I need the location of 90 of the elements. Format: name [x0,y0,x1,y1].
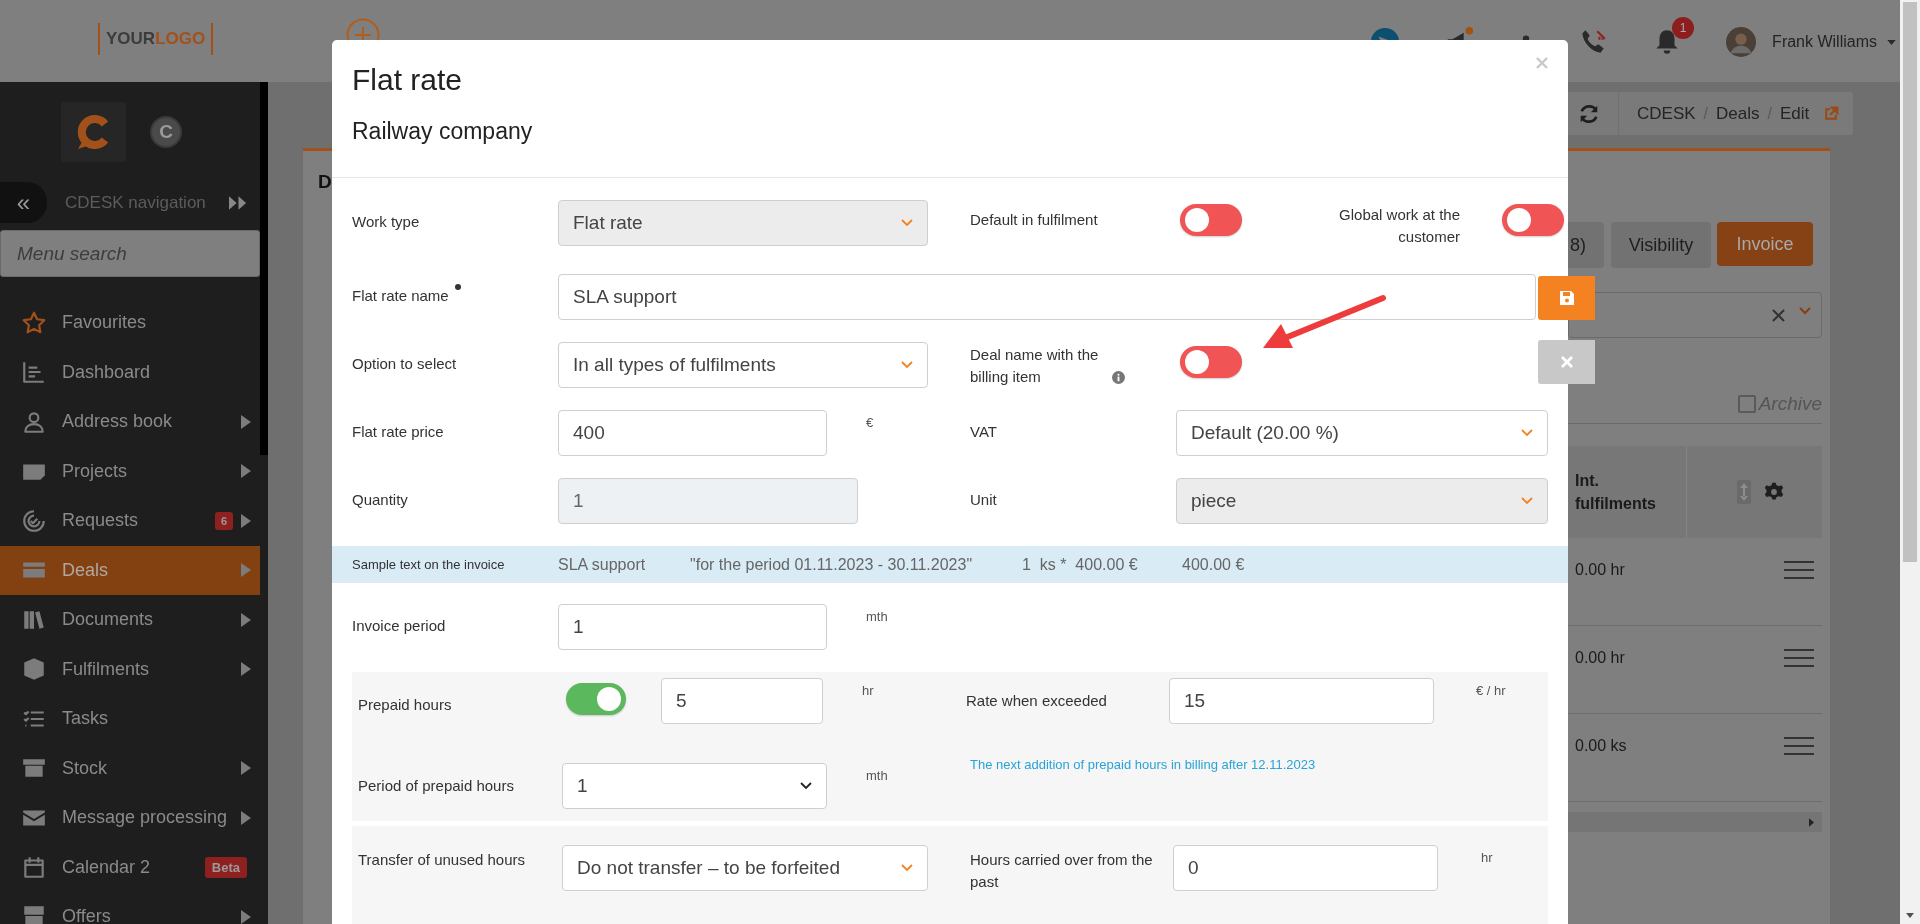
table-cell: 0.00 hr [1575,648,1625,667]
field-label: VAT [970,422,998,442]
input-field[interactable]: 1 [558,604,827,650]
sidebar-item[interactable]: Projects [0,446,260,496]
logo-word: LOGO [155,29,206,49]
menu-label: Projects [62,460,128,482]
sidebar-item[interactable]: Dashboard [0,347,260,397]
column-header[interactable]: Int. fulfilments [1575,468,1675,516]
tab[interactable]: 8) [1568,222,1604,268]
user-initial[interactable]: C [150,116,182,148]
input-field[interactable]: 400 [558,410,827,456]
breadcrumb-link[interactable]: CDESK [1637,103,1696,124]
search-field[interactable]: Menu search [0,230,260,277]
menu-label: Calendar 2 [62,856,151,878]
menu-label: Stock [62,757,108,779]
dropdown[interactable]: Default (20.00 %) [1176,410,1548,456]
table-cell: 0.00 ks [1575,736,1627,755]
unit-label: € / hr [1476,682,1507,698]
menu-label: Documents [62,609,154,631]
unit-label: € [866,414,875,430]
sample-text: SLA support [558,555,647,574]
field-label: Hours carried over from the past [970,850,1154,892]
page-heading: D [318,171,332,192]
field-label: Flat rate name [352,286,449,306]
logo-word: YOUR [106,29,156,49]
menu-label: Favourites [62,312,147,334]
menu-label: Message processing [62,807,228,829]
unit-label: mth [866,608,889,624]
dropdown[interactable]: In all types of fulfilments [558,342,928,388]
tab[interactable]: Visibility [1611,222,1711,268]
unit-label: mth [866,767,889,783]
input-field[interactable]: 15 [1169,678,1434,724]
sidebar-item[interactable]: Address book [0,397,260,447]
sidebar-item[interactable]: Offers [0,892,260,924]
field-label: Quantity [352,490,409,510]
field-label: Invoice period [352,616,447,636]
field-label: Deal name with the billing item [970,345,1100,387]
dialog-title: Flat rate [352,62,464,98]
field-label: Default in fulfilment [970,210,1099,230]
user-name[interactable]: Frank Williams [1772,33,1877,51]
sidebar-item[interactable]: Requests 6 [0,496,260,546]
sample-text: "for the period 01.11.2023 - 30.11.2023" [690,555,974,574]
field-label: Global work at the customer [1338,205,1460,247]
sidebar-item[interactable]: Message processing [0,793,260,843]
breadcrumb-link[interactable]: Edit [1779,103,1810,124]
breadcrumb-separator: / [1767,104,1772,123]
table-cell: 0.00 hr [1575,560,1625,579]
field-label: Unit [970,490,998,510]
input-field[interactable]: 0 [1173,845,1438,891]
field-label: Flat rate price [352,422,445,442]
menu-label: Dashboard [62,361,151,383]
dropdown[interactable]: 1 [562,763,827,809]
sidebar-item[interactable]: Documents [0,595,260,645]
menu-label: Tasks [62,708,108,730]
field-label: Option to select [352,354,458,374]
collapse-button[interactable]: « [0,182,47,223]
sidebar-item[interactable]: Calendar 2 Beta [0,842,260,892]
sidebar-item[interactable]: Deals [0,545,260,595]
count-badge: Beta [204,856,247,878]
notification-badge: 1 [1672,17,1695,39]
sidebar-item[interactable]: Stock [0,743,260,793]
menu-label: Fulfilments [62,658,150,680]
menu-label: Address book [62,411,173,433]
breadcrumb-separator: / [1703,104,1709,123]
logo[interactable]: YOURLOGO [98,23,214,55]
field-label: Period of prepaid hours [358,776,515,796]
menu-label: Offers [62,906,111,924]
field-label: Rate when exceeded [966,691,1108,711]
menu-label: Requests [62,510,139,532]
sample-text: 1 ks * 400.00 € [1022,555,1139,574]
count-badge: 6 [214,511,233,530]
field-label: Sample text on the invoice [352,557,506,572]
field-label: Work type [352,212,421,232]
sidebar-item[interactable]: Fulfilments [0,644,260,694]
sidebar-item[interactable]: Favourites [0,298,260,348]
menu-label: Deals [62,559,109,581]
field-label: Prepaid hours [358,695,453,715]
info-note: The next addition of prepaid hours in billing after 12.11.2023 [970,757,1316,772]
sample-text: 400.00 € [1182,555,1245,574]
navigation-title: CDESK navigation [65,192,206,213]
breadcrumb-link[interactable]: Deals [1716,103,1760,124]
dropdown[interactable]: Do not transfer – to be forfeited [562,845,928,891]
input-field[interactable]: SLA support [558,274,1536,320]
sidebar-item[interactable]: Tasks [0,694,260,744]
field-label: Transfer of unused hours [358,850,527,870]
unit-label: hr [862,682,875,698]
unit-label: hr [1481,849,1494,865]
dialog-subtitle: Railway company [352,118,533,145]
input-field[interactable]: 5 [661,678,823,724]
tab[interactable]: Invoice [1717,222,1813,266]
